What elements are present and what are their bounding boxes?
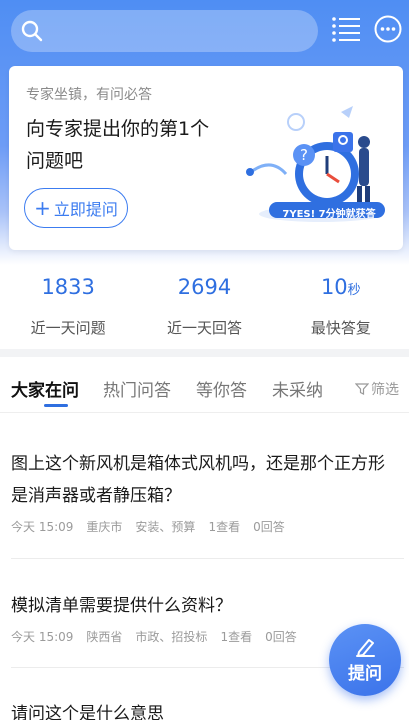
search-icon [21,20,43,42]
card-subtitle: 专家坐镇，有问必答 [26,87,152,103]
tab-waiting-answer[interactable]: 等你答 [196,376,247,401]
stats-row: 1833 近一天问题 2694 近一天回答 10秒 最快答复 [0,265,409,345]
stat-answers: 2694 近一天回答 [166,275,242,337]
question-title[interactable]: 请问这个是什么意思 [11,698,398,720]
card-title: 向专家提出你的第1个 问题吧 [26,118,210,172]
question-title[interactable]: 模拟清单需要提供什么资料？ [11,590,398,622]
question-title[interactable]: 图上这个新风机是箱体式风机吗，还是那个正方形是消声器或者静压箱？ [11,448,398,512]
question-item[interactable]: 图上这个新风机是箱体式风机吗，还是那个正方形是消声器或者静压箱？ 今天 15:0… [0,448,409,535]
question-tabs: 大家在问 热门问答 等你答 未采纳 筛选 [0,357,409,413]
question-meta: 今天 15:09 重庆市 安装、预算 1查看 0回答 [11,520,285,534]
active-tab-indicator [44,404,68,407]
plus-icon: + [34,196,51,220]
search-bar[interactable] [11,10,318,52]
ask-question-fab[interactable]: 提问 [329,624,401,696]
filter-icon [355,383,369,395]
stat-fastest-reply: 10秒 最快答复 [310,275,371,337]
stat-questions: 1833 近一天问题 [30,275,106,337]
chat-bubble-icon[interactable] [372,13,404,45]
svg-text:?: ? [300,146,308,164]
tab-not-adopted[interactable]: 未采纳 [272,376,323,401]
question-item[interactable]: 请问这个是什么意思 [0,698,409,720]
filter-button[interactable]: 筛选 [355,379,399,399]
pencil-icon [356,638,375,657]
tab-everyone-asking[interactable]: 大家在问 [11,376,79,401]
list-divider [11,558,404,559]
list-icon[interactable] [330,13,362,45]
tab-hot-qa[interactable]: 热门问答 [103,376,171,401]
section-divider [0,349,409,357]
seven-minute-badge: 7YES! 7分钟就获答 [282,209,376,220]
ask-now-button[interactable]: + 立即提问 [24,188,128,228]
ask-expert-card: 专家坐镇，有问必答 向专家提出你的第1个 问题吧 + 立即提问 ? 7YES! … [9,66,403,250]
